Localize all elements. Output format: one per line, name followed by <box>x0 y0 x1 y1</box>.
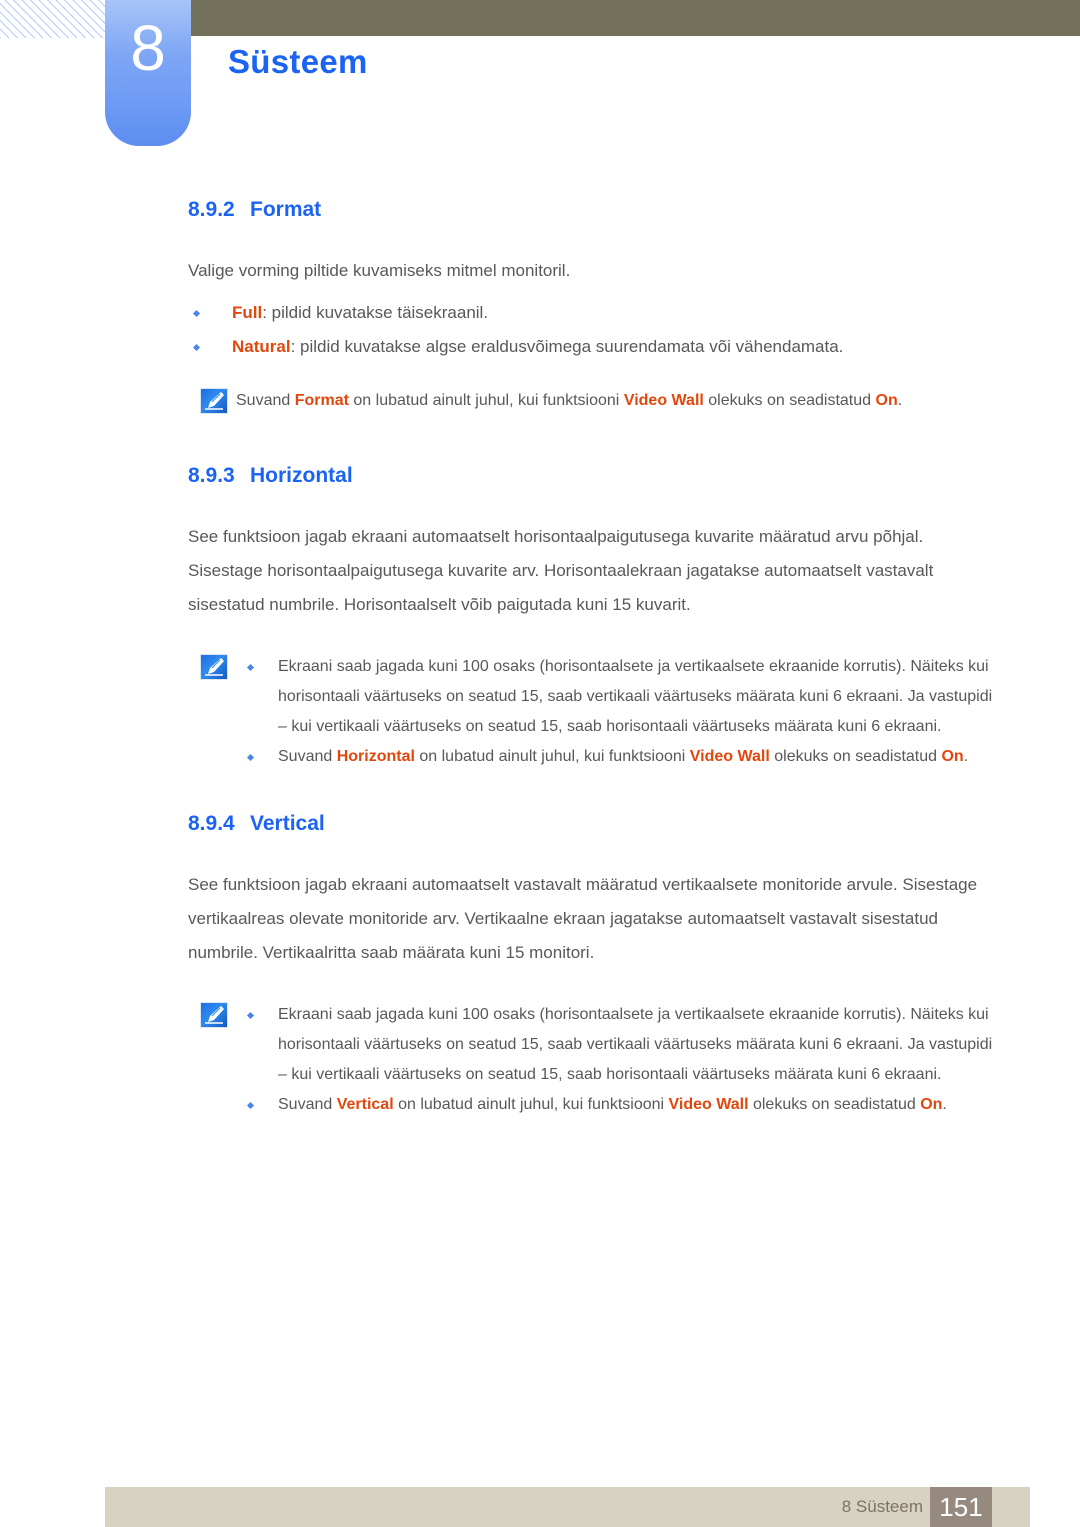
note-keyword-format: Format <box>294 392 349 409</box>
note-text-mid: on lubatud ainult juhul, kui funktsiooni <box>393 1096 669 1113</box>
horizontal-paragraph: See funktsioon jagab ekraani automaatsel… <box>188 527 934 614</box>
note-list: Ekraani saab jagada kuni 100 osaks (hori… <box>236 652 1002 772</box>
note-keyword-on: On <box>920 1096 943 1113</box>
vertical-paragraph: See funktsioon jagab ekraani automaatsel… <box>188 875 978 962</box>
note-keyword-video-wall: Video Wall <box>668 1096 749 1113</box>
note-block-format: Suvand Format on lubatud ainult juhul, k… <box>188 386 1002 416</box>
note-text-mid2: olekuks on seadistatud <box>769 748 942 765</box>
note-keyword-vertical: Vertical <box>336 1096 394 1113</box>
format-option-list: Full: pildid kuvatakse täisekraanil. Nat… <box>188 296 1002 364</box>
section-title: Vertical <box>250 812 325 835</box>
page-number: 151 <box>939 1492 983 1522</box>
list-item: Ekraani saab jagada kuni 100 osaks (hori… <box>236 652 1002 742</box>
note-block-horizontal: Ekraani saab jagada kuni 100 osaks (hori… <box>188 652 1002 772</box>
note-text-mid2: olekuks on seadistatud <box>748 1096 921 1113</box>
note-text-end: . <box>942 1096 947 1113</box>
list-item: Full: pildid kuvatakse täisekraanil. <box>188 296 1002 330</box>
section-heading-vertical: 8.9.4 Vertical <box>188 810 1080 838</box>
note-block-vertical: Ekraani saab jagada kuni 100 osaks (hori… <box>188 1000 1002 1120</box>
section-number: 8.9.4 <box>188 812 235 835</box>
note-text-end: . <box>963 748 969 765</box>
chapter-number-badge: 8 <box>105 0 191 146</box>
note-text-pre: Suvand <box>278 748 337 765</box>
note-text-pre: Suvand <box>278 1096 337 1113</box>
section-heading-format: 8.9.2 Format <box>188 196 1080 224</box>
list-item: Suvand Vertical on lubatud ainult juhul,… <box>236 1090 1002 1120</box>
note-keyword-video-wall: Video Wall <box>689 748 770 765</box>
note-keyword-on: On <box>941 748 964 765</box>
note-keyword-horizontal: Horizontal <box>336 748 415 765</box>
list-item: Natural: pildid kuvatakse algse eraldusv… <box>188 330 1002 364</box>
note-text-mid2: olekuks on seadistatud <box>703 392 876 409</box>
section-number: 8.9.3 <box>188 464 235 487</box>
note-pen-icon <box>200 1002 228 1028</box>
page-header: 8 Süsteem <box>0 0 1080 150</box>
option-description: : pildid kuvatakse täisekraanil. <box>262 303 489 322</box>
option-description: : pildid kuvatakse algse eraldusvõimega … <box>290 337 844 356</box>
diagonal-hatch-decoration <box>0 0 112 38</box>
chapter-title: Süsteem <box>228 43 368 80</box>
page-content: 8.9.2 Format Valige vorming piltide kuvam… <box>0 196 1080 1120</box>
note-text: Suvand Format on lubatud ainult juhul, k… <box>236 386 1002 416</box>
page-footer: 8 Süsteem 151 <box>105 1487 1030 1527</box>
footer-page-box: 151 <box>930 1487 992 1527</box>
section-number: 8.9.2 <box>188 198 235 221</box>
chapter-number: 8 <box>130 12 166 84</box>
list-item: Suvand Horizontal on lubatud ainult juhu… <box>236 742 1002 772</box>
note-text-pre: Suvand <box>236 392 295 409</box>
option-keyword-natural: Natural <box>232 337 291 356</box>
note-pen-icon <box>200 388 228 414</box>
footer-chapter-label: 8 Süsteem <box>841 1497 923 1516</box>
note-text-end: . <box>897 392 903 409</box>
note-pen-icon <box>200 654 228 680</box>
note-text-mid: on lubatud ainult juhul, kui funktsiooni <box>348 392 624 409</box>
note-keyword-on: On <box>875 392 898 409</box>
option-keyword-full: Full <box>232 303 263 322</box>
note-keyword-video-wall: Video Wall <box>623 392 704 409</box>
header-olive-bar <box>190 0 1080 36</box>
note-text-mid: on lubatud ainult juhul, kui funktsiooni <box>414 748 690 765</box>
list-item: Ekraani saab jagada kuni 100 osaks (hori… <box>236 1000 1002 1090</box>
section-title: Format <box>250 198 322 221</box>
section-heading-horizontal: 8.9.3 Horizontal <box>188 462 1080 490</box>
format-intro-paragraph: Valige vorming piltide kuvamiseks mitmel… <box>188 261 571 280</box>
note-list: Ekraani saab jagada kuni 100 osaks (hori… <box>236 1000 1002 1120</box>
section-title: Horizontal <box>250 464 353 487</box>
